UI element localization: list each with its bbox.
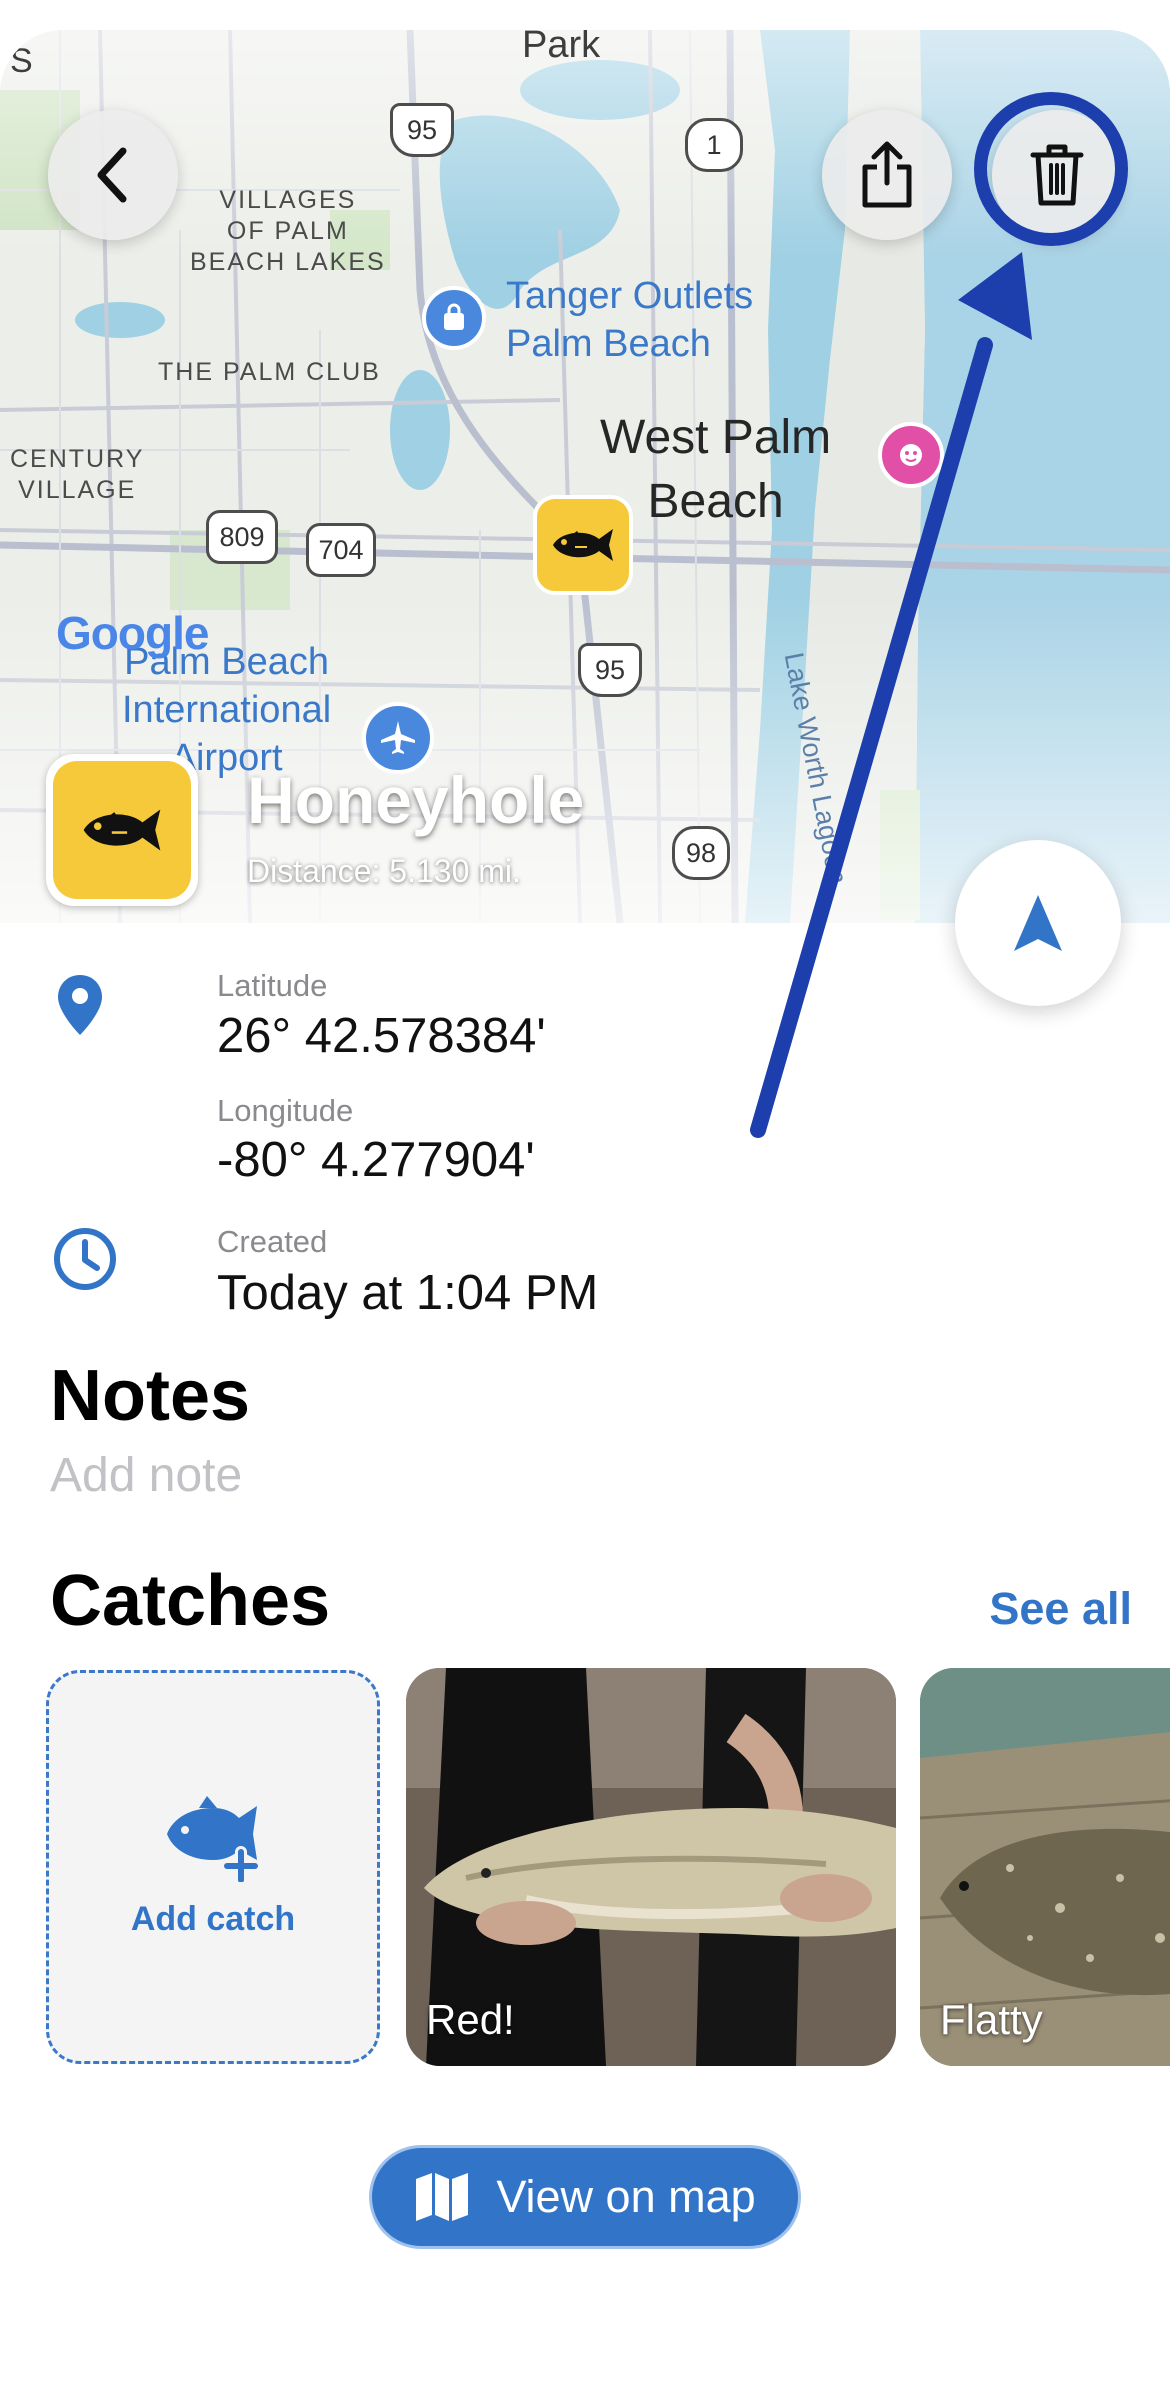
theater-icon[interactable] xyxy=(878,422,944,488)
back-button[interactable] xyxy=(48,110,178,240)
fish-icon xyxy=(83,809,161,851)
spot-map-pin[interactable] xyxy=(533,495,633,595)
map-label-century-village: CENTURY VILLAGE xyxy=(10,445,145,504)
catch-name: Flatty xyxy=(940,1996,1043,2043)
map-icon xyxy=(414,2173,470,2221)
map-label-fragment: S xyxy=(10,42,33,80)
created-label: Created xyxy=(217,1224,328,1259)
back-chevron-icon xyxy=(97,147,127,203)
spot-distance: Distance: 5.130 mi. xyxy=(247,853,521,889)
map-label-park: Park xyxy=(522,30,601,66)
latitude-label: Latitude xyxy=(217,968,328,1003)
catch-card[interactable]: Red! xyxy=(406,1668,896,2066)
location-pin-icon xyxy=(58,975,102,1035)
shield-809: 809 xyxy=(206,510,278,564)
shield-98: 98 xyxy=(672,826,730,880)
notes-input[interactable]: Add note xyxy=(50,1448,242,1503)
share-button[interactable] xyxy=(822,110,952,240)
map-label-villages: VILLAGES OF PALM BEACH LAKES xyxy=(190,186,386,276)
shield-i95: 95 xyxy=(390,103,454,157)
catches-heading: Catches xyxy=(50,1561,331,1641)
view-on-map-label: View on map xyxy=(496,2171,756,2222)
screen: Park S VILLAGES OF PALM BEACH LAKES THE … xyxy=(0,0,1170,2407)
spot-map[interactable]: Park S VILLAGES OF PALM BEACH LAKES THE … xyxy=(0,30,1170,923)
map-label-west-palm-beach: West Palm Beach xyxy=(600,411,832,528)
add-catch-button[interactable]: Add catch xyxy=(46,1670,380,2064)
view-on-map-button[interactable]: View on map xyxy=(372,2148,798,2246)
delete-button-highlight xyxy=(974,92,1128,246)
navigate-button[interactable] xyxy=(955,840,1121,1006)
clock-icon xyxy=(54,1228,116,1290)
map-label-tanger-outlets: Tanger Outlets Palm Beach xyxy=(506,275,754,365)
fish-icon xyxy=(553,529,613,561)
catch-card[interactable]: Flatty xyxy=(920,1668,1170,2066)
add-catch-label: Add catch xyxy=(130,1899,296,1938)
google-logo: Google xyxy=(56,607,209,659)
latitude-value: 26° 42.578384' xyxy=(217,1009,546,1063)
navigate-arrow-icon xyxy=(1014,895,1062,951)
map-label-palm-club: THE PALM CLUB xyxy=(158,358,381,386)
longitude-label: Longitude xyxy=(217,1093,354,1128)
see-all-link[interactable]: See all xyxy=(989,1583,1132,1635)
shopping-bag-icon[interactable] xyxy=(422,286,486,350)
shield-704: 704 xyxy=(306,523,376,577)
shield-us1: 1 xyxy=(685,118,743,172)
notes-heading: Notes xyxy=(50,1356,251,1436)
shield-i95-lower: 95 xyxy=(578,643,642,697)
spot-icon xyxy=(46,754,198,906)
spot-title: Honeyhole xyxy=(247,763,585,837)
share-icon xyxy=(862,141,912,208)
longitude-value: -80° 4.277904' xyxy=(217,1133,535,1187)
fish-plus-icon xyxy=(167,1795,261,1882)
created-value: Today at 1:04 PM xyxy=(217,1266,599,1320)
catch-name: Red! xyxy=(426,1996,515,2043)
